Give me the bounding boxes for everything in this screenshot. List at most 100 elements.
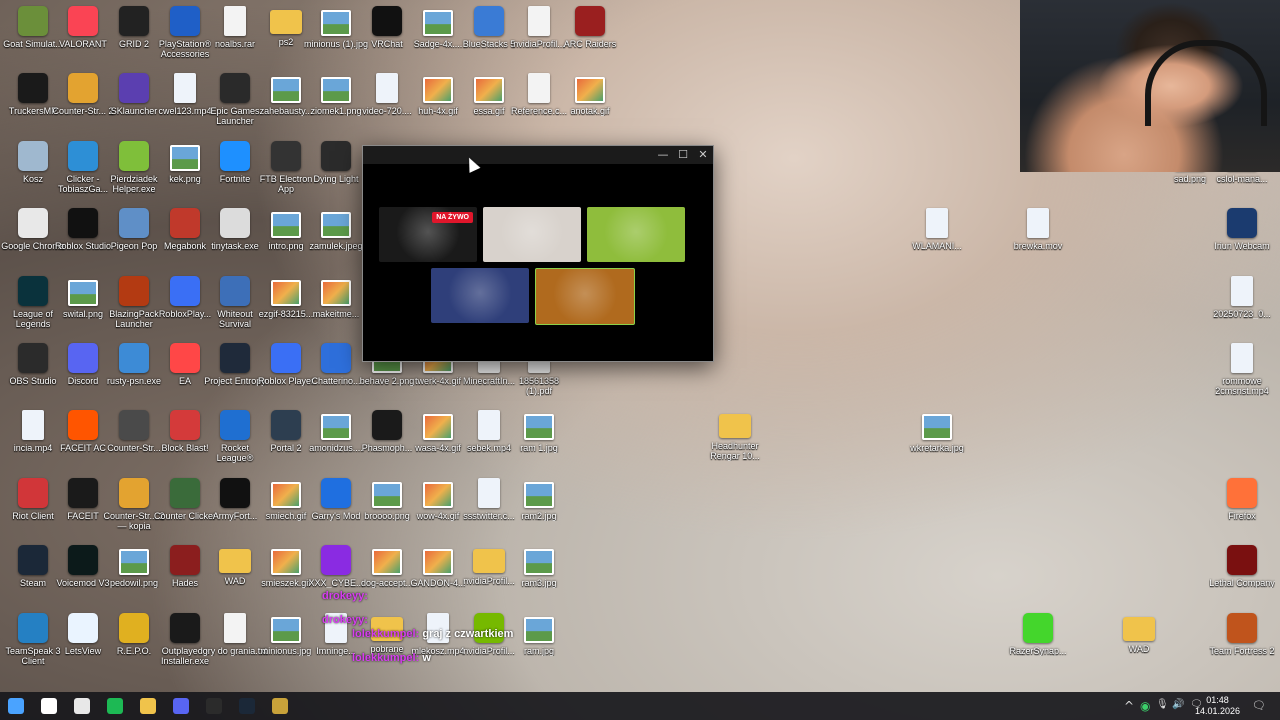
taskbar-button[interactable]: [0, 692, 32, 720]
desktop-icon[interactable]: WAD: [1106, 613, 1172, 654]
desktop-icon[interactable]: wkretarka.jpg: [904, 410, 970, 453]
gif-icon: [271, 549, 301, 576]
entropy-icon: [220, 343, 250, 373]
sklauncher-icon: [119, 73, 149, 104]
desktop-icon-label: Lethal Company: [1209, 578, 1275, 589]
desktop-icon[interactable]: ram.jpg: [506, 613, 572, 656]
taskbar-button[interactable]: [66, 692, 98, 720]
chrome-icon: [18, 208, 48, 239]
gif-icon: [271, 481, 301, 508]
desktop-icon[interactable]: 20250723_0...: [1209, 275, 1275, 319]
desktop-icon[interactable]: makeitme...: [303, 276, 369, 319]
ea-icon: [170, 343, 200, 373]
notification-icon[interactable]: 🗨: [1252, 699, 1266, 712]
network-icon[interactable]: ◉: [1140, 699, 1150, 713]
tf2-icon: [1227, 612, 1257, 643]
steam-icon: [18, 545, 48, 576]
tile-sports-figure[interactable]: [431, 268, 529, 323]
desktop-icon[interactable]: anotak.gif: [557, 73, 623, 116]
desktop-icon[interactable]: ram 1.jpg: [506, 410, 572, 453]
folder-icon: [219, 549, 251, 574]
tile-stream-preview[interactable]: NA ŻYWO: [379, 207, 477, 262]
microphone-icon[interactable]: 🎙: [1156, 699, 1169, 710]
grid2-icon: [119, 6, 149, 36]
recycle-bin-icon: [18, 140, 48, 171]
goat-icon: [18, 6, 48, 36]
desktop-icon-label: ARC Raiders: [563, 39, 617, 49]
pigeon-icon: [119, 208, 149, 239]
window-titlebar[interactable]: — ☐ ✕: [363, 146, 713, 164]
desktop-icon[interactable]: ram3.jpg: [506, 545, 572, 588]
tray-expand-icon[interactable]: ^: [1124, 699, 1134, 713]
valorant-icon: [68, 6, 98, 36]
taskbar-button[interactable]: [198, 692, 230, 720]
desktop-icon[interactable]: ram2.jpg: [506, 478, 572, 521]
taskbar-button[interactable]: [33, 692, 65, 720]
image-icon: [321, 10, 351, 36]
image-icon: [524, 549, 554, 576]
desktop-icon[interactable]: Lethal Company: [1209, 545, 1275, 588]
taskbar-button[interactable]: [264, 692, 296, 720]
speaker-icon[interactable]: 🔊: [1172, 699, 1184, 710]
file-icon: [224, 6, 246, 36]
taskbar-button[interactable]: [99, 692, 131, 720]
chat-line: drokeyy:: [322, 590, 368, 602]
desktop-icon[interactable]: RazerSynap...: [1005, 612, 1071, 656]
tile-plankton-cartoon[interactable]: [587, 207, 685, 262]
desktop-icon-label: ram 1.jpg: [520, 443, 558, 454]
chat-line: lolekkumpel: graj z czwartkiem: [352, 628, 514, 640]
taskbar-button[interactable]: [231, 692, 263, 720]
armyfort-icon: [220, 477, 250, 508]
pierdziadek-icon: [119, 140, 149, 171]
clock[interactable]: 01:48 14.01.2026: [1195, 695, 1240, 717]
roblox-studio-icon: [68, 208, 98, 239]
app-window[interactable]: — ☐ ✕ NA ŻYWO: [362, 145, 714, 362]
minimize-button[interactable]: —: [653, 146, 673, 164]
file-icon: [528, 6, 550, 36]
desktop-icon[interactable]: brewka.mov: [1005, 208, 1071, 251]
outplayed-icon: [170, 612, 200, 643]
desktop-icon[interactable]: rommowe 2cmsnst.mp4: [1209, 343, 1275, 396]
desktop-icon[interactable]: WLAMANI...: [904, 208, 970, 251]
image-icon: [170, 144, 200, 171]
desktop-icon[interactable]: Team Fortress 2: [1209, 612, 1275, 656]
clock-date: 14.01.2026: [1194, 706, 1240, 716]
video-icon: [376, 73, 398, 104]
portal-icon: [271, 410, 301, 441]
gif-icon: [575, 77, 605, 104]
image-icon: [68, 279, 98, 306]
desktop-icon[interactable]: Headhunter Rengar 10...: [702, 410, 768, 461]
image-icon: [922, 414, 952, 441]
maximize-button[interactable]: ☐: [673, 146, 693, 164]
blazingpack-icon: [119, 275, 149, 306]
desktop-icon[interactable]: zamulek.jpeg: [303, 208, 369, 251]
desktop-icon-label: 18561358 (1).pdf: [518, 376, 560, 396]
lol-icon: [18, 275, 48, 306]
video-icon: [22, 410, 44, 441]
desktop-icon-label: WAD: [1128, 643, 1150, 654]
tile-golden-character[interactable]: [535, 268, 635, 325]
taskbar-button[interactable]: [132, 692, 164, 720]
voicemod-icon: [68, 545, 98, 576]
image-icon: [524, 414, 554, 441]
video-icon: [926, 208, 948, 239]
taskbar-button[interactable]: [165, 692, 197, 720]
desktop-icon-label: Dying Light: [313, 173, 359, 184]
vrchat-icon: [372, 6, 402, 36]
ftb-icon: [271, 140, 301, 171]
gif-icon: [271, 279, 301, 306]
desktop-icon[interactable]: Firefox: [1209, 477, 1275, 521]
cs-icon: [119, 410, 149, 441]
desktop-icon[interactable]: Dying Light: [303, 140, 369, 184]
desktop-icon[interactable]: ARC Raiders: [557, 6, 623, 49]
desktop-icon-label: Headhunter Rengar 10...: [710, 441, 760, 462]
tinytask-icon: [220, 208, 250, 239]
teamspeak-icon: [18, 612, 48, 643]
spotify-icon: [107, 698, 123, 714]
desktop-icon[interactable]: Iriun Webcam: [1209, 208, 1275, 251]
tile-person-portrait[interactable]: [483, 207, 581, 262]
zip-folder-icon: [473, 549, 505, 574]
chat-overlay: drokeyy: drokeyy: lolekkumpel: graj z cz…: [322, 590, 513, 664]
image-icon: [524, 481, 554, 508]
close-button[interactable]: ✕: [693, 146, 713, 164]
